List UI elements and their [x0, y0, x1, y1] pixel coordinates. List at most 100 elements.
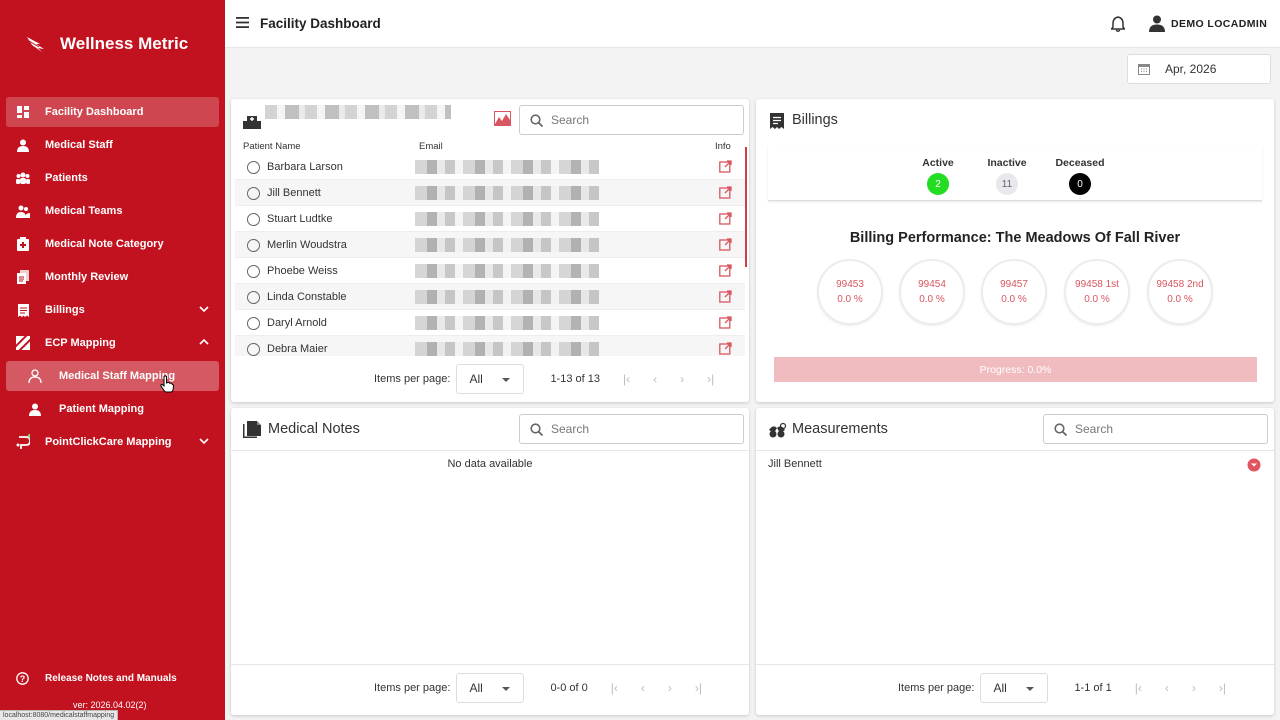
divider: [756, 664, 1274, 665]
billing-code-circle[interactable]: 99458 1st 0.0 %: [1064, 259, 1130, 325]
sidebar-item-patient-mapping[interactable]: Patient Mapping: [6, 394, 219, 424]
bell-icon[interactable]: [1111, 16, 1125, 32]
table-row[interactable]: Stuart Ludtke: [235, 206, 745, 232]
active-status[interactable]: Active 2: [916, 157, 960, 195]
receipt-icon: [770, 113, 784, 129]
open-link-icon[interactable]: [719, 186, 732, 199]
user-icon[interactable]: [1149, 15, 1165, 32]
sidebar-item-medical-teams[interactable]: Medical Teams: [6, 196, 219, 226]
table-row[interactable]: Barbara Larson: [235, 154, 745, 180]
notes-search[interactable]: [519, 414, 744, 444]
items-per-page-select[interactable]: All: [456, 364, 525, 394]
measurements-search[interactable]: [1043, 414, 1268, 444]
medical-clipboard-icon: [16, 237, 30, 251]
first-page-icon[interactable]: |‹: [1135, 681, 1142, 695]
user-name[interactable]: DEMO LOCADMIN: [1171, 18, 1267, 30]
app-logo[interactable]: Wellness Metric: [26, 34, 188, 54]
first-page-icon[interactable]: |‹: [611, 681, 618, 695]
search-input[interactable]: [1075, 422, 1225, 436]
row-radio[interactable]: [247, 187, 260, 200]
prev-page-icon[interactable]: ‹: [1165, 681, 1169, 695]
row-radio[interactable]: [247, 317, 260, 330]
sidebar-item-medical-staff-mapping[interactable]: Medical Staff Mapping: [6, 361, 219, 391]
chart-icon[interactable]: [494, 111, 511, 126]
table-row[interactable]: Merlin Woudstra: [235, 232, 745, 258]
row-radio[interactable]: [247, 291, 260, 304]
billing-code-circle[interactable]: 99457 0.0 %: [981, 259, 1047, 325]
billing-code-circle[interactable]: 99454 0.0 %: [899, 259, 965, 325]
search-input[interactable]: [551, 113, 701, 127]
table-row[interactable]: Daryl Arnold: [235, 310, 745, 336]
sidebar-item-medical-note-category[interactable]: Medical Note Category: [6, 229, 219, 259]
billing-code-circle[interactable]: 99453 0.0 %: [817, 259, 883, 325]
sidebar-item-patients[interactable]: Patients: [6, 163, 219, 193]
sidebar-item-pointclickcare-mapping[interactable]: PointClickCare Mapping: [6, 427, 219, 457]
sidebar-item-label: Medical Teams: [45, 205, 123, 217]
column-info[interactable]: Info: [715, 141, 731, 152]
open-link-icon[interactable]: [719, 264, 732, 277]
divider: [756, 450, 1274, 451]
billing-percent: 0.0 %: [1084, 294, 1110, 305]
open-link-icon[interactable]: [719, 160, 732, 173]
last-page-icon[interactable]: ›|: [707, 372, 714, 386]
release-notes-link[interactable]: ? Release Notes and Manuals: [16, 672, 177, 685]
row-radio[interactable]: [247, 343, 260, 356]
billing-code-circle[interactable]: 99458 2nd 0.0 %: [1147, 259, 1213, 325]
billings-title: Billings: [792, 112, 838, 128]
prev-page-icon[interactable]: ‹: [653, 372, 657, 386]
last-page-icon[interactable]: ›|: [695, 681, 702, 695]
chevron-up-icon[interactable]: [199, 337, 209, 347]
dropdown-arrow-icon: [502, 687, 511, 691]
active-count-badge: 2: [927, 173, 949, 195]
row-radio[interactable]: [247, 239, 260, 252]
email-redacted: [415, 290, 599, 304]
open-link-icon[interactable]: [719, 316, 732, 329]
menu-icon[interactable]: [236, 17, 249, 28]
open-link-icon[interactable]: [719, 342, 732, 355]
row-radio[interactable]: [247, 213, 260, 226]
next-page-icon[interactable]: ›: [680, 372, 684, 386]
sidebar-item-facility-dashboard[interactable]: Facility Dashboard: [6, 97, 219, 127]
list-item[interactable]: Jill Bennett: [756, 454, 1274, 476]
row-radio[interactable]: [247, 265, 260, 278]
row-radio[interactable]: [247, 161, 260, 174]
next-page-icon[interactable]: ›: [668, 681, 672, 695]
next-page-icon[interactable]: ›: [1192, 681, 1196, 695]
items-per-page-select[interactable]: All: [456, 673, 525, 703]
sidebar-item-monthly-review[interactable]: Monthly Review: [6, 262, 219, 292]
first-page-icon[interactable]: |‹: [623, 372, 630, 386]
open-link-icon[interactable]: [719, 238, 732, 251]
email-redacted: [415, 264, 599, 278]
email-redacted: [415, 212, 599, 226]
calendar-icon: [1138, 63, 1150, 75]
group-icon: [16, 171, 30, 185]
inactive-status[interactable]: Inactive 11: [982, 157, 1032, 195]
sidebar-item-label: Medical Staff: [45, 139, 113, 151]
expand-icon[interactable]: [1247, 458, 1261, 472]
table-row[interactable]: Debra Maier: [235, 336, 745, 356]
last-page-icon[interactable]: ›|: [1219, 681, 1226, 695]
table-row[interactable]: Jill Bennett: [235, 180, 745, 206]
chevron-down-icon[interactable]: [199, 304, 209, 314]
patients-search[interactable]: [519, 105, 744, 135]
items-per-page-label: Items per page:: [898, 682, 975, 694]
search-icon: [530, 422, 543, 436]
open-link-icon[interactable]: [719, 290, 732, 303]
table-row[interactable]: Phoebe Weiss: [235, 258, 745, 284]
billings-card: Billings Active 2 Inactive 11 Deceased 0 Bi…: [756, 99, 1274, 402]
table-scrollbar[interactable]: [745, 147, 747, 267]
month-picker[interactable]: Apr, 2026: [1127, 54, 1271, 84]
open-link-icon[interactable]: [719, 212, 732, 225]
active-label: Active: [922, 157, 954, 169]
column-email[interactable]: Email: [419, 141, 443, 152]
search-input[interactable]: [551, 422, 701, 436]
sidebar-item-medical-staff[interactable]: Medical Staff: [6, 130, 219, 160]
column-patient-name[interactable]: Patient Name: [243, 141, 301, 152]
items-per-page-select[interactable]: All: [980, 673, 1049, 703]
sidebar-item-billings[interactable]: Billings: [6, 295, 219, 325]
table-row[interactable]: Linda Constable: [235, 284, 745, 310]
deceased-status[interactable]: Deceased 0: [1052, 157, 1108, 195]
sidebar-item-ecp-mapping[interactable]: ECP Mapping: [6, 328, 219, 358]
chevron-down-icon[interactable]: [199, 436, 209, 446]
prev-page-icon[interactable]: ‹: [641, 681, 645, 695]
